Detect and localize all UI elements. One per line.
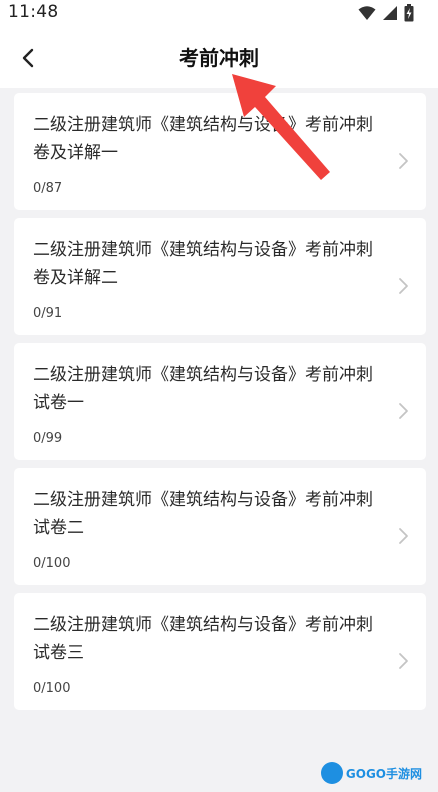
exam-card[interactable]: 二级注册建筑师《建筑结构与设备》考前冲刺卷及详解一 0/87	[14, 93, 426, 210]
exam-progress: 0/100	[33, 681, 71, 696]
exam-card[interactable]: 二级注册建筑师《建筑结构与设备》考前冲刺试卷一 0/99	[14, 343, 426, 460]
chevron-right-icon	[399, 153, 408, 169]
chevron-right-icon	[399, 528, 408, 544]
chevron-right-icon	[399, 278, 408, 294]
exam-progress: 0/100	[33, 556, 71, 571]
chevron-right-icon	[399, 403, 408, 419]
exam-card[interactable]: 二级注册建筑师《建筑结构与设备》考前冲刺卷及详解二 0/91	[14, 218, 426, 335]
exam-progress: 0/99	[33, 431, 63, 446]
watermark-logo-icon	[320, 762, 343, 784]
exam-title: 二级注册建筑师《建筑结构与设备》考前冲刺卷及详解二	[33, 240, 373, 288]
exam-progress: 0/91	[33, 306, 63, 321]
exam-progress: 0/87	[33, 181, 63, 196]
status-bar: 11:48	[0, 0, 438, 26]
exam-card[interactable]: 二级注册建筑师《建筑结构与设备》考前冲刺试卷二 0/100	[14, 468, 426, 585]
status-icons	[358, 4, 414, 22]
chevron-right-icon	[399, 653, 408, 669]
status-time: 11:48	[8, 2, 59, 22]
cellular-signal-icon	[383, 6, 397, 20]
nav-bar: 考前冲刺	[0, 26, 438, 88]
watermark-text: GOGO手游网	[345, 766, 422, 781]
exam-title: 二级注册建筑师《建筑结构与设备》考前冲刺试卷三	[33, 615, 373, 663]
watermark: GOGO手游网	[320, 762, 422, 784]
exam-title: 二级注册建筑师《建筑结构与设备》考前冲刺试卷二	[33, 490, 373, 538]
page-title: 考前冲刺	[179, 46, 259, 70]
wifi-icon	[358, 6, 376, 20]
exam-card[interactable]: 二级注册建筑师《建筑结构与设备》考前冲刺试卷三 0/100	[14, 593, 426, 710]
battery-icon	[404, 4, 414, 22]
exam-list: 二级注册建筑师《建筑结构与设备》考前冲刺卷及详解一 0/87 二级注册建筑师《建…	[14, 93, 426, 718]
annotation-arrow-icon	[232, 74, 330, 180]
exam-title: 二级注册建筑师《建筑结构与设备》考前冲刺试卷一	[33, 365, 373, 413]
